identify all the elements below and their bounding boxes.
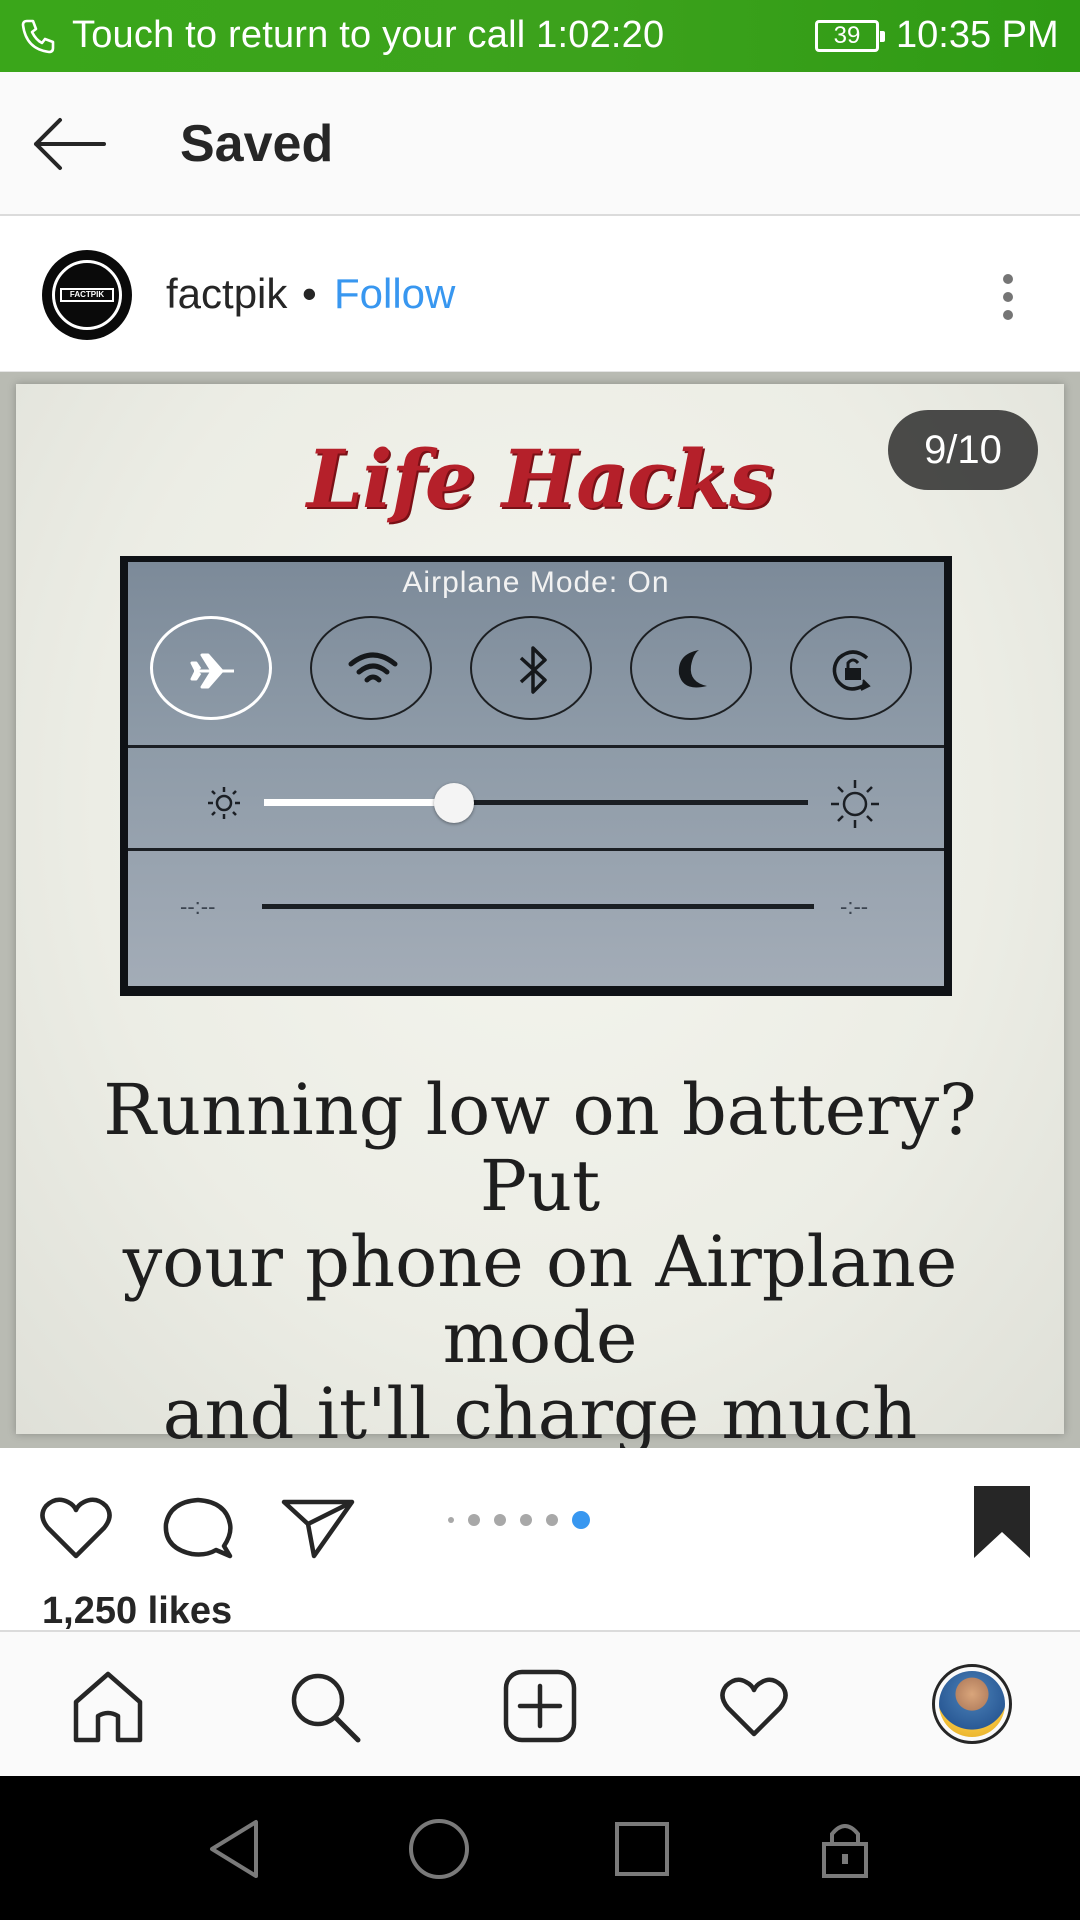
recents-square-icon[interactable] — [607, 1814, 677, 1884]
carousel-dot — [448, 1517, 454, 1523]
brightness-fill — [264, 799, 455, 806]
post-header: FACTPIK factpik • Follow — [0, 218, 1080, 372]
caption-line: your phone on Airplane mode — [122, 1221, 958, 1379]
heart-icon[interactable] — [36, 1488, 116, 1568]
control-center-inner: Airplane Mode: On --:-- -:-- — [128, 562, 944, 986]
post-actions — [0, 1448, 1080, 1588]
more-options-icon[interactable] — [988, 268, 1028, 328]
status-bar[interactable]: Touch to return to your call 1:02:20 39 … — [0, 0, 1080, 72]
avatar-logo: FACTPIK — [60, 288, 114, 302]
wifi-icon — [348, 652, 398, 683]
caption-line: Running low on battery? Put — [103, 1069, 977, 1227]
carousel-dot — [520, 1514, 532, 1526]
lock-icon[interactable] — [810, 1814, 880, 1884]
brightness-knob — [434, 783, 475, 823]
do-not-disturb-toggle — [630, 616, 752, 720]
time-remaining: -:-- — [840, 894, 869, 919]
image-caption: Running low on battery? Put your phone o… — [46, 1072, 1034, 1448]
carousel-dot-active — [572, 1511, 590, 1529]
battery-indicator: 39 — [815, 20, 885, 52]
airplane-icon — [190, 653, 234, 689]
media-row: --:-- -:-- — [128, 854, 944, 986]
separator-dot: • — [302, 270, 317, 317]
add-post-icon[interactable] — [502, 1668, 578, 1744]
top-app-bar: Saved — [0, 72, 1080, 216]
comment-icon[interactable] — [158, 1488, 238, 1568]
likes-count[interactable]: 1,250 likes — [42, 1590, 232, 1633]
wifi-toggle — [310, 616, 432, 720]
toggle-row: Airplane Mode: On — [128, 562, 944, 748]
follow-button[interactable]: Follow — [334, 270, 455, 318]
image-paper: Life Hacks Airplane Mode: On --:-- -:-- … — [16, 384, 1064, 1448]
brightness-row — [128, 751, 944, 851]
carousel-dot — [468, 1514, 480, 1526]
bluetooth-icon — [519, 646, 547, 694]
moon-icon — [678, 650, 707, 688]
post-username[interactable]: factpik — [166, 270, 287, 318]
page-title: Saved — [180, 115, 334, 173]
activity-heart-icon[interactable] — [716, 1668, 792, 1744]
carousel-dot — [546, 1514, 558, 1526]
control-center-panel: Airplane Mode: On --:-- -:-- — [120, 556, 952, 996]
home-icon[interactable] — [70, 1668, 146, 1744]
search-icon[interactable] — [286, 1668, 362, 1744]
carousel-dot — [494, 1514, 506, 1526]
media-progress — [262, 904, 814, 909]
call-return-text[interactable]: Touch to return to your call 1:02:20 — [72, 14, 664, 57]
status-clock: 10:35 PM — [896, 14, 1059, 56]
brightness-high-icon — [831, 780, 879, 828]
rotation-lock-toggle — [790, 616, 912, 720]
bluetooth-toggle — [470, 616, 592, 720]
home-circle-icon[interactable] — [404, 1814, 474, 1884]
back-arrow-icon[interactable] — [30, 114, 110, 174]
back-triangle-icon[interactable] — [200, 1814, 270, 1884]
carousel-counter: 9/10 — [888, 410, 1038, 490]
post-image[interactable]: Life Hacks Airplane Mode: On --:-- -:-- … — [0, 372, 1080, 1448]
airplane-mode-label: Airplane Mode: On — [402, 566, 670, 599]
bottom-navigation — [0, 1630, 1080, 1776]
bookmark-icon[interactable] — [970, 1484, 1034, 1560]
brightness-low-icon — [208, 787, 240, 819]
call-timer: 1:02:20 — [536, 14, 665, 56]
rotation-lock-icon — [832, 650, 871, 691]
time-elapsed: --:-- — [180, 894, 216, 919]
share-icon[interactable] — [278, 1488, 358, 1568]
phone-icon — [21, 19, 55, 54]
system-navigation-bar — [0, 1776, 1080, 1920]
caption-line: and it'll charge much faster! — [162, 1373, 918, 1448]
profile-avatar[interactable] — [932, 1664, 1012, 1744]
airplane-toggle — [150, 616, 272, 720]
account-avatar[interactable]: FACTPIK — [42, 250, 132, 340]
